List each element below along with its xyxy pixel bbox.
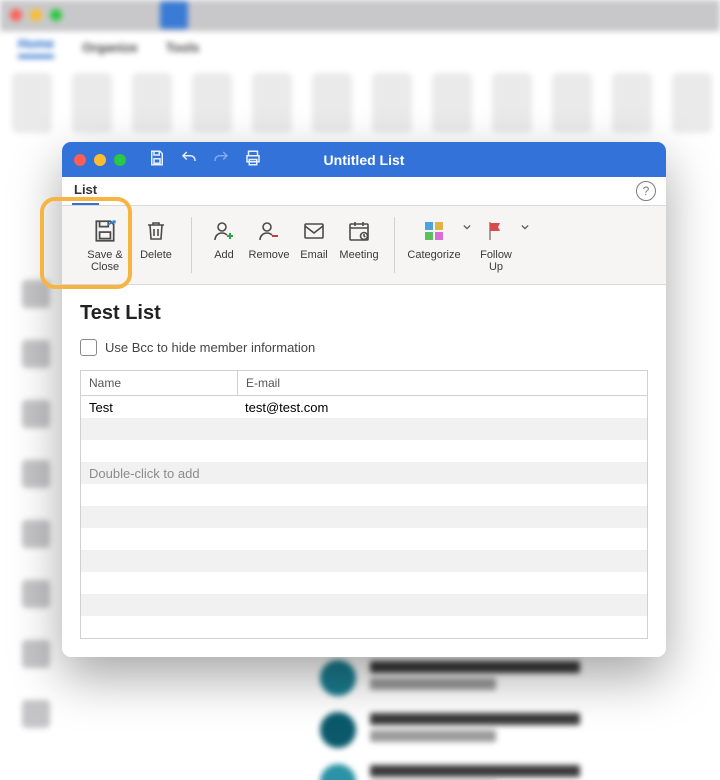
follow-up-label: Follow Up [472,249,520,273]
window-controls [74,154,126,166]
zoom-window-button[interactable] [114,154,126,166]
add-label: Add [214,249,234,261]
meeting-label: Meeting [339,249,378,261]
chevron-down-icon[interactable] [462,221,472,233]
print-icon[interactable] [244,149,262,170]
table-row[interactable] [81,484,647,506]
remove-button[interactable]: Remove [245,213,293,265]
person-remove-icon [255,217,283,245]
col-email[interactable]: E-mail [238,371,647,395]
bcc-checkbox[interactable] [80,339,97,356]
chevron-down-icon[interactable] [520,221,530,233]
remove-label: Remove [249,249,290,261]
redo-icon[interactable] [212,149,230,170]
cell-name: Test [81,400,237,415]
contact-list-dialog: Untitled List List ? Save & Close [62,142,666,657]
envelope-icon [300,217,328,245]
save-close-label: Save & Close [78,249,132,273]
save-close-icon [91,217,119,245]
bg-tab-organize: Organize [82,40,138,55]
follow-up-button[interactable]: Follow Up [472,213,520,277]
table-header: Name E-mail [81,371,647,396]
dialog-titlebar: Untitled List [62,142,666,177]
trash-icon [142,217,170,245]
save-close-button[interactable]: Save & Close [78,213,132,277]
help-button[interactable]: ? [636,181,656,201]
categorize-icon [420,217,448,245]
categorize-button[interactable]: Categorize [406,213,462,265]
person-add-icon [210,217,238,245]
email-label: Email [300,249,328,261]
members-table: Name E-mail Test test@test.com Double-cl… [80,370,648,639]
table-row[interactable] [81,440,647,462]
email-button[interactable]: Email [293,213,335,265]
meeting-button[interactable]: Meeting [335,213,383,265]
table-row[interactable] [81,418,647,440]
minimize-window-button[interactable] [94,154,106,166]
bg-tab-tools: Tools [166,40,200,55]
table-row[interactable] [81,528,647,550]
add-button[interactable]: Add [203,213,245,265]
calendar-icon [345,217,373,245]
bg-tab-home: Home [18,36,54,58]
list-name-input[interactable] [80,300,648,327]
table-row[interactable] [81,550,647,572]
table-row[interactable] [81,616,647,638]
undo-icon[interactable] [180,149,198,170]
bcc-label: Use Bcc to hide member information [105,340,315,355]
table-row[interactable] [81,506,647,528]
close-window-button[interactable] [74,154,86,166]
tab-list[interactable]: List [72,177,99,205]
delete-label: Delete [140,249,172,261]
delete-button[interactable]: Delete [132,213,180,277]
table-row[interactable] [81,572,647,594]
ribbon-tabs: List ? [62,177,666,206]
table-row[interactable]: Test test@test.com [81,396,647,418]
table-row[interactable] [81,594,647,616]
toolbar: Save & Close Delete Add [62,206,666,285]
save-icon[interactable] [148,149,166,170]
cell-email: test@test.com [237,400,647,415]
add-row[interactable]: Double-click to add [81,462,647,484]
categorize-label: Categorize [407,249,460,261]
col-name[interactable]: Name [81,371,238,395]
flag-icon [482,217,510,245]
